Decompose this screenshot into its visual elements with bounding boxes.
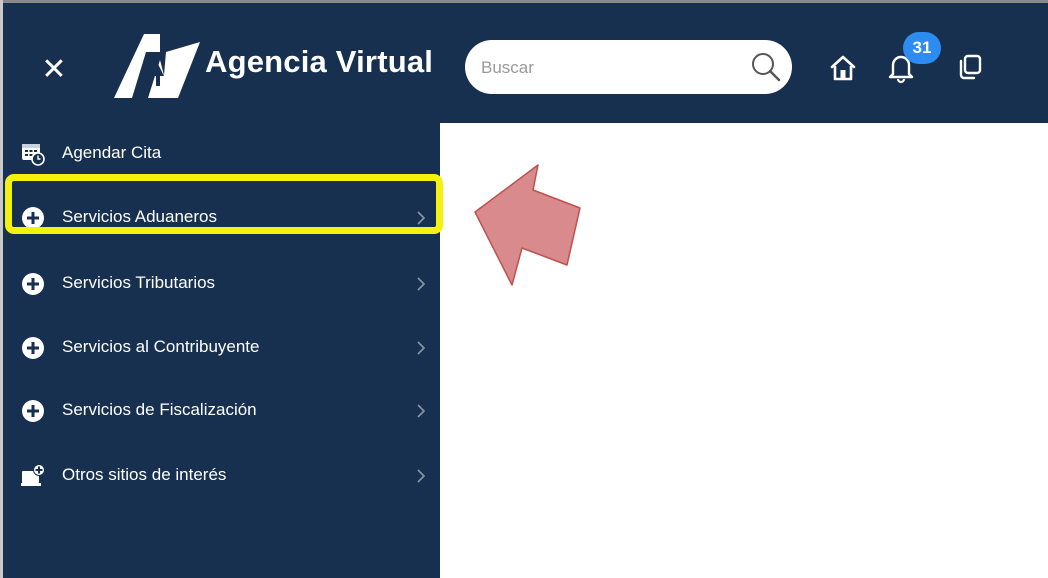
sidebar-item-label: Servicios al Contribuyente: [62, 337, 260, 356]
plus-circle-icon: [22, 337, 44, 359]
pointer-arrow-icon: [474, 164, 581, 286]
sidebar-item-otros-sitios[interactable]: Otros sitios de interés: [3, 454, 440, 498]
monitor-plus-icon: [21, 464, 45, 486]
sidebar-item-servicios-de-fiscalizacion[interactable]: Servicios de Fiscalización: [3, 389, 440, 433]
sidebar-item-label: Servicios Tributarios: [62, 273, 216, 292]
search-icon[interactable]: [749, 50, 783, 84]
chevron-right-icon: [417, 341, 426, 355]
chevron-right-icon: [417, 404, 426, 418]
highlight-box: [5, 174, 443, 234]
chevron-right-icon: [417, 277, 426, 291]
notification-badge[interactable]: 31: [903, 32, 941, 64]
calendar-clock-icon: [22, 144, 45, 166]
sidebar-item-agendar-cita[interactable]: Agendar Cita: [3, 132, 440, 176]
sidebar-item-label: Servicios de Fiscalización: [62, 400, 257, 419]
close-menu-button[interactable]: ✕: [36, 52, 72, 88]
plus-circle-icon: [22, 400, 44, 422]
app-title: Agencia Virtual: [205, 44, 434, 79]
av-logo-icon: [114, 34, 200, 98]
home-icon[interactable]: [828, 53, 858, 83]
search-bar: [465, 40, 792, 94]
sidebar-item-label: Otros sitios de interés: [62, 465, 227, 484]
copy-icon[interactable]: [955, 52, 985, 82]
search-input[interactable]: [479, 50, 733, 86]
chevron-right-icon: [417, 469, 426, 483]
plus-circle-icon: [22, 273, 44, 295]
sidebar-item-servicios-tributarios[interactable]: Servicios Tributarios: [3, 262, 440, 306]
sidebar-item-servicios-al-contribuyente[interactable]: Servicios al Contribuyente: [3, 326, 440, 370]
sidebar-item-label: Agendar Cita: [62, 143, 162, 162]
